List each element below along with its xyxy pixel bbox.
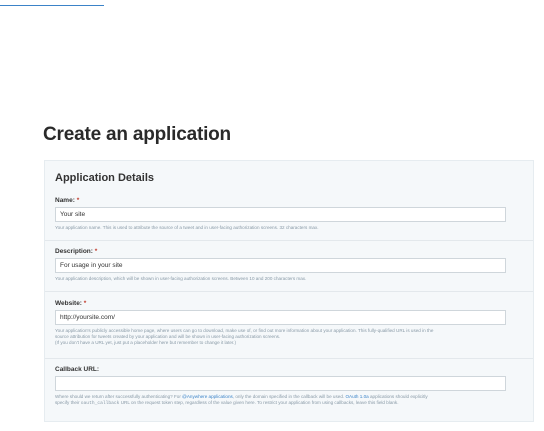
required-asterisk: * <box>83 300 87 307</box>
name-field-group: Name: * Your application name. This is u… <box>55 197 525 231</box>
callback-url-input[interactable] <box>55 376 506 391</box>
name-help-text: Your application name. This is used to a… <box>55 225 319 230</box>
panel-title: Application Details <box>55 172 155 184</box>
page-title: Create an application <box>43 124 231 145</box>
callback-help-text: Where should we return after successfull… <box>55 394 428 407</box>
website-field-group: Website: * Your application's publicly a… <box>55 300 525 347</box>
oauth-link[interactable]: OAuth 1.0a <box>345 394 368 399</box>
required-asterisk: * <box>94 248 98 255</box>
website-help-text: Your application's publicly accessible h… <box>55 328 525 347</box>
callback-field-group: Callback URL: Where should we return aft… <box>55 366 525 407</box>
website-input[interactable] <box>55 310 506 325</box>
divider <box>45 358 533 359</box>
anywhere-applications-link[interactable]: @Anywhere applications <box>182 394 233 399</box>
application-details-panel: Application Details Name: * Your applica… <box>44 160 534 422</box>
oauth-callback-code: oauth_callback <box>80 401 120 407</box>
callback-label: Callback URL: <box>55 366 100 373</box>
divider <box>45 240 533 241</box>
top-link-underline[interactable] <box>0 5 104 6</box>
description-input[interactable] <box>55 258 506 273</box>
divider <box>45 291 533 292</box>
description-help-text: Your application description, which will… <box>55 276 307 281</box>
website-help-line: (If you don't have a URL yet, just put a… <box>55 340 236 346</box>
description-field-group: Description: * Your application descript… <box>55 248 525 282</box>
description-label: Description: * <box>55 248 98 255</box>
required-asterisk: * <box>76 197 80 204</box>
name-input[interactable] <box>55 207 506 222</box>
name-label: Name: * <box>55 197 80 204</box>
website-label: Website: * <box>55 300 87 307</box>
